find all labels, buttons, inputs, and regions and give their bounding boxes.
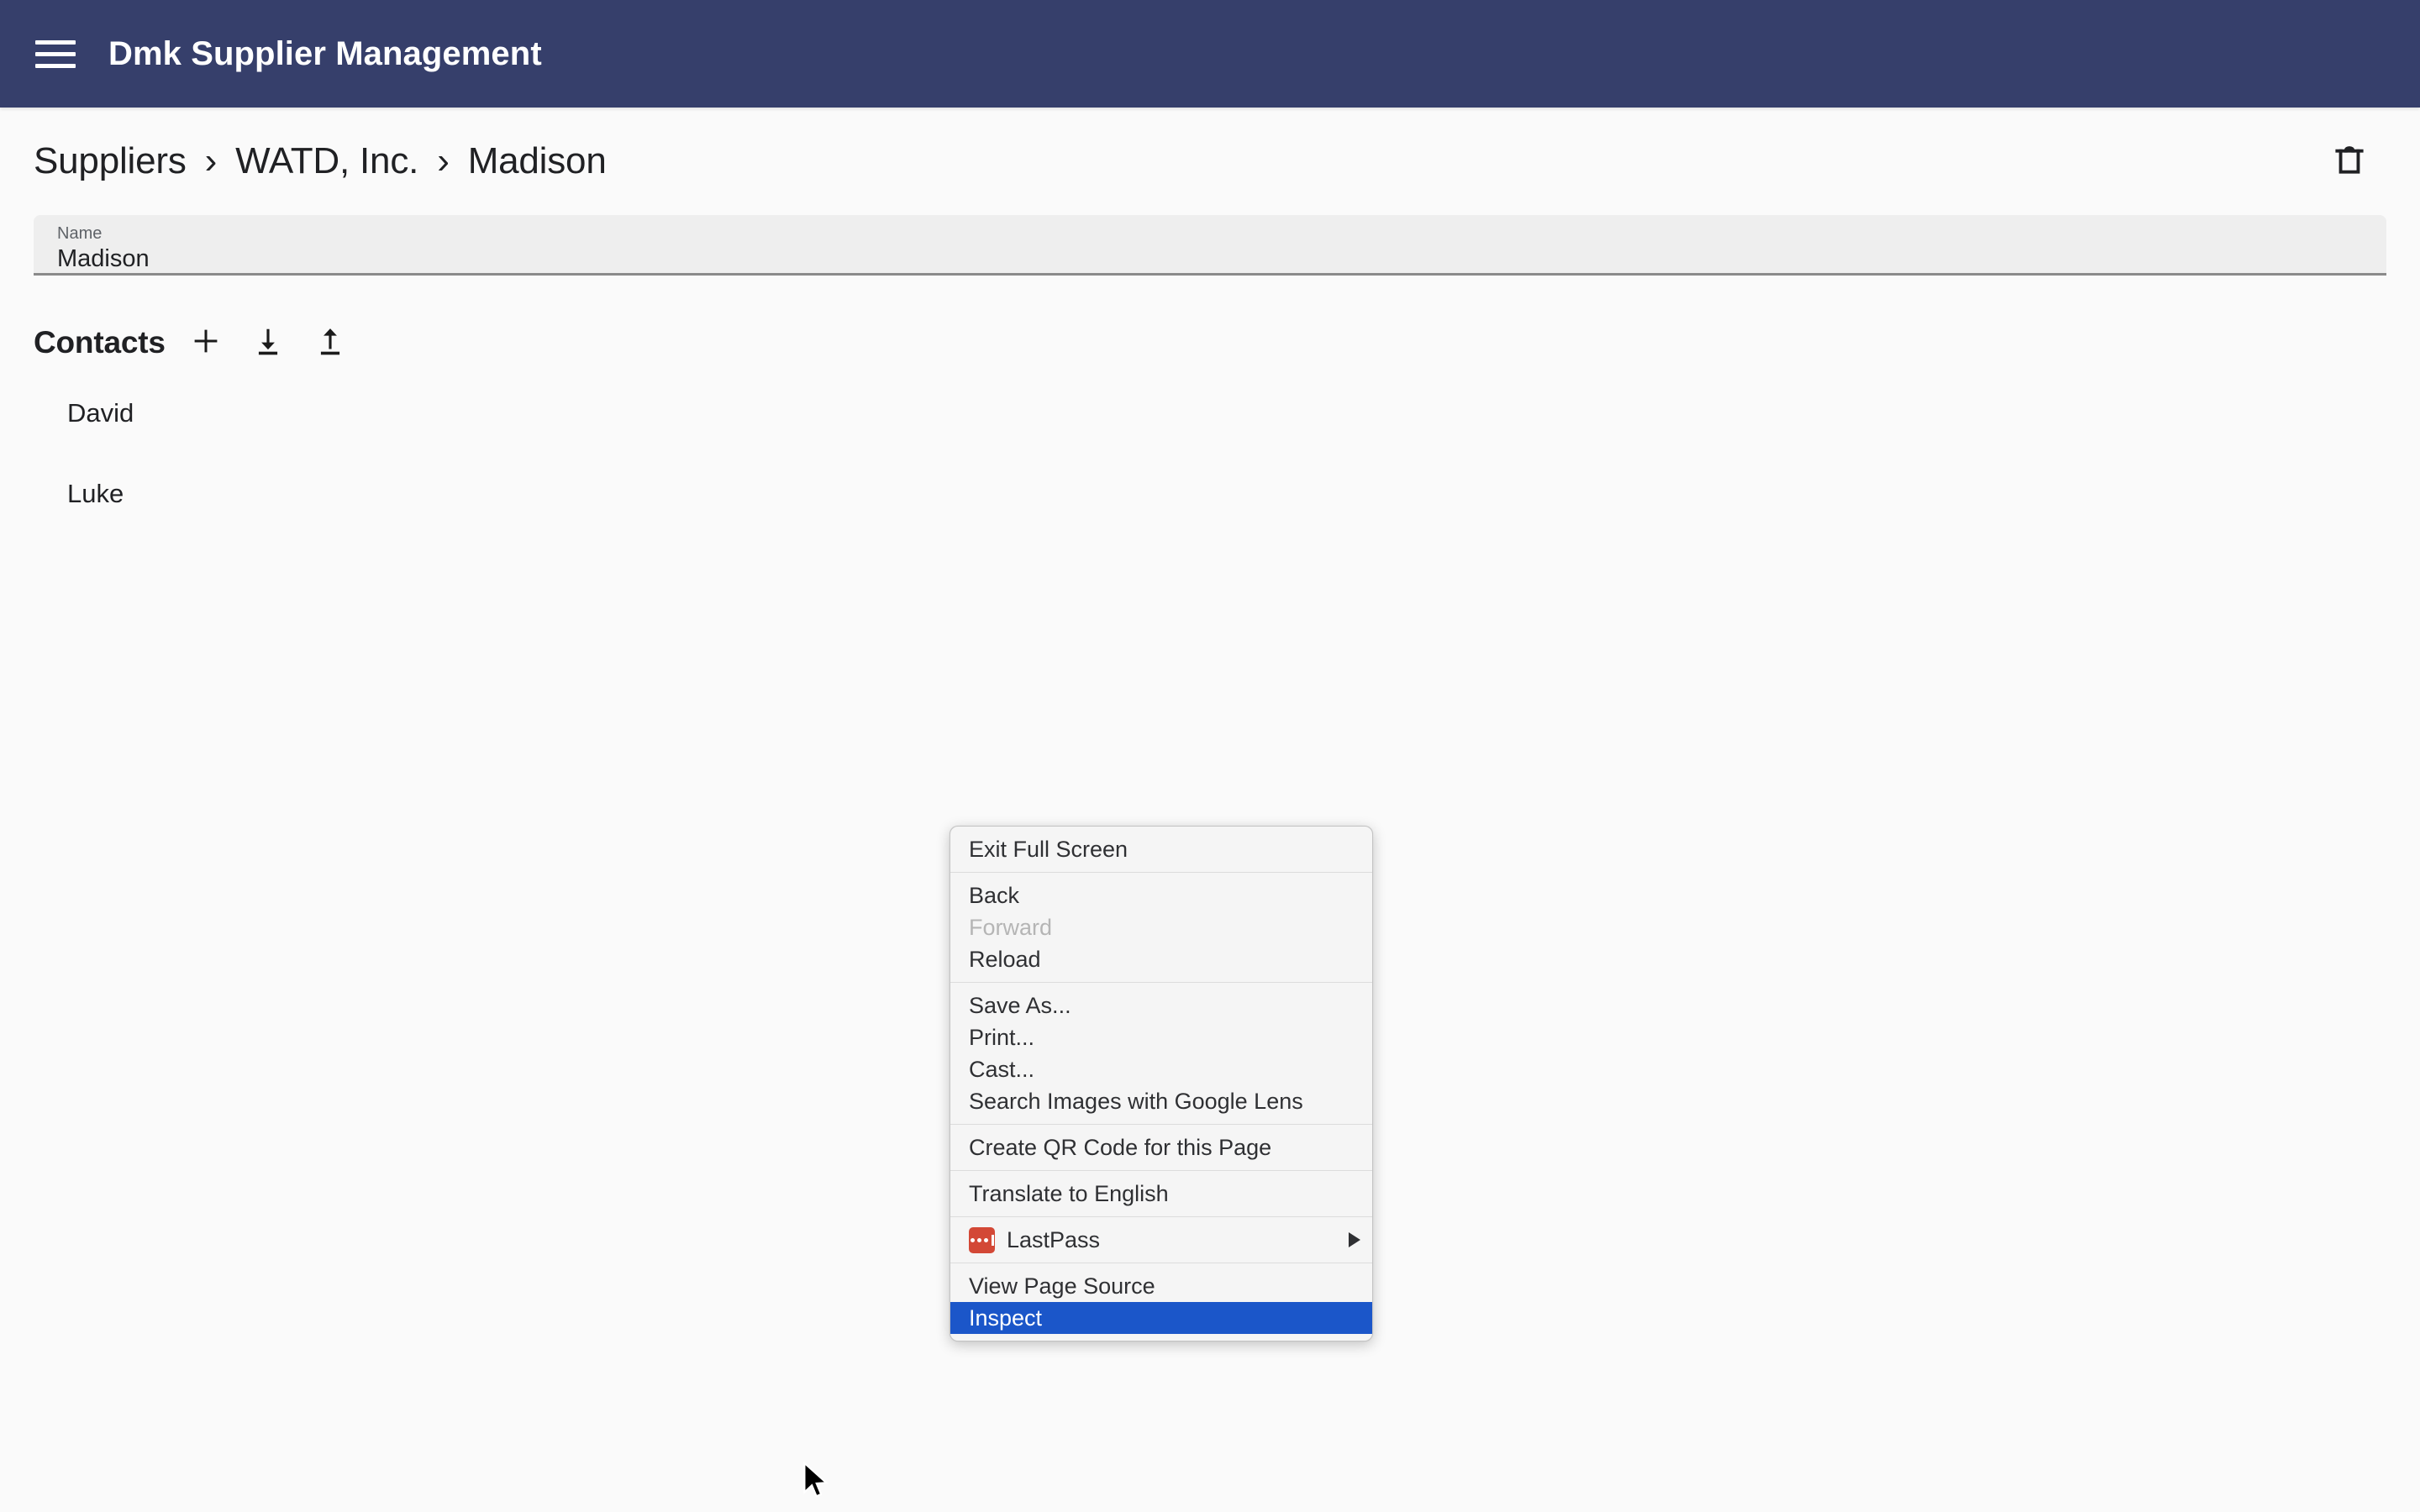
menu-item-create-qr-code[interactable]: Create QR Code for this Page [950, 1131, 1372, 1163]
menu-item-label: Print... [969, 1025, 1035, 1050]
context-menu-group: Exit Full Screen [950, 827, 1372, 872]
upload-contacts-button[interactable] [308, 321, 352, 365]
name-field[interactable]: Name Madison [34, 215, 2386, 276]
context-menu-group: LastPass [950, 1217, 1372, 1263]
lastpass-dot [983, 1237, 988, 1242]
list-item[interactable]: Luke [34, 472, 2386, 516]
add-contact-button[interactable] [184, 321, 228, 365]
lastpass-dot [970, 1237, 975, 1242]
hamburger-menu-icon[interactable] [32, 30, 79, 77]
menu-item-label: Reload [969, 947, 1041, 972]
menu-item-label: View Page Source [969, 1273, 1155, 1299]
menu-item-cast[interactable]: Cast... [950, 1053, 1372, 1085]
menu-item-view-page-source[interactable]: View Page Source [950, 1270, 1372, 1302]
breadcrumb: Suppliers › WATD, Inc. › Madison [34, 140, 607, 182]
menu-item-exit-full-screen[interactable]: Exit Full Screen [950, 833, 1372, 865]
context-menu-group: Translate to English [950, 1171, 1372, 1216]
contact-list: David Luke [34, 391, 2386, 516]
menu-item-forward: Forward [950, 911, 1372, 943]
chevron-right-icon [1349, 1232, 1360, 1247]
breadcrumb-row: Suppliers › WATD, Inc. › Madison [34, 108, 2386, 192]
hamburger-line [35, 39, 76, 45]
menu-item-save-as[interactable]: Save As... [950, 990, 1372, 1021]
lastpass-dot [976, 1237, 981, 1242]
breadcrumb-item-suppliers[interactable]: Suppliers [34, 140, 187, 181]
menu-item-label: Search Images with Google Lens [969, 1089, 1303, 1114]
menu-item-label: Inspect [969, 1305, 1043, 1331]
menu-item-print[interactable]: Print... [950, 1021, 1372, 1053]
app-title: Dmk Supplier Management [108, 34, 542, 72]
menu-item-reload[interactable]: Reload [950, 943, 1372, 975]
menu-item-label: Translate to English [969, 1181, 1169, 1206]
list-item[interactable]: David [34, 391, 2386, 435]
context-menu-group: Back Forward Reload [950, 873, 1372, 982]
hamburger-line [35, 51, 76, 56]
breadcrumb-item-watd-inc[interactable]: WATD, Inc. [235, 140, 418, 181]
menu-item-label: Back [969, 883, 1020, 908]
upload-icon [314, 325, 346, 361]
menu-item-label: Cast... [969, 1057, 1035, 1082]
delete-button[interactable] [2319, 131, 2380, 192]
contacts-section-header: Contacts [34, 319, 2386, 366]
context-menu-group: Create QR Code for this Page [950, 1125, 1372, 1170]
menu-item-label: Exit Full Screen [969, 837, 1128, 862]
hamburger-line [35, 63, 76, 68]
menu-item-label: LastPass [1007, 1227, 1101, 1252]
menu-item-label: Create QR Code for this Page [969, 1135, 1272, 1160]
menu-item-inspect[interactable]: Inspect [950, 1302, 1372, 1334]
trash-icon [2331, 141, 2368, 182]
lastpass-bar [991, 1234, 994, 1246]
breadcrumb-item-madison[interactable]: Madison [468, 140, 607, 181]
lastpass-icon [969, 1226, 995, 1253]
menu-item-search-images-with-google-lens[interactable]: Search Images with Google Lens [950, 1085, 1372, 1117]
app-bar: Dmk Supplier Management [0, 0, 2420, 108]
breadcrumb-separator: › [437, 140, 450, 181]
mouse-arrow-cursor [802, 1461, 831, 1506]
menu-item-lastpass[interactable]: LastPass [950, 1224, 1372, 1256]
breadcrumb-separator: › [204, 140, 218, 181]
download-icon [252, 325, 284, 361]
plus-icon [190, 325, 222, 361]
name-field-label: Name [57, 224, 103, 243]
browser-context-menu[interactable]: Exit Full Screen Back Forward Reload Sav… [950, 826, 1373, 1341]
page-content: Suppliers › WATD, Inc. › Madison Name Ma… [0, 108, 2420, 516]
context-menu-group: View Page Source Inspect [950, 1263, 1372, 1341]
context-menu-group: Save As... Print... Cast... Search Image… [950, 983, 1372, 1124]
menu-item-label: Save As... [969, 993, 1071, 1018]
download-contacts-button[interactable] [246, 321, 290, 365]
menu-item-back[interactable]: Back [950, 879, 1372, 911]
name-field-value[interactable]: Madison [57, 244, 2363, 273]
menu-item-label: Forward [969, 915, 1053, 940]
contacts-section-title: Contacts [34, 325, 166, 360]
menu-item-translate-to-english[interactable]: Translate to English [950, 1178, 1372, 1210]
